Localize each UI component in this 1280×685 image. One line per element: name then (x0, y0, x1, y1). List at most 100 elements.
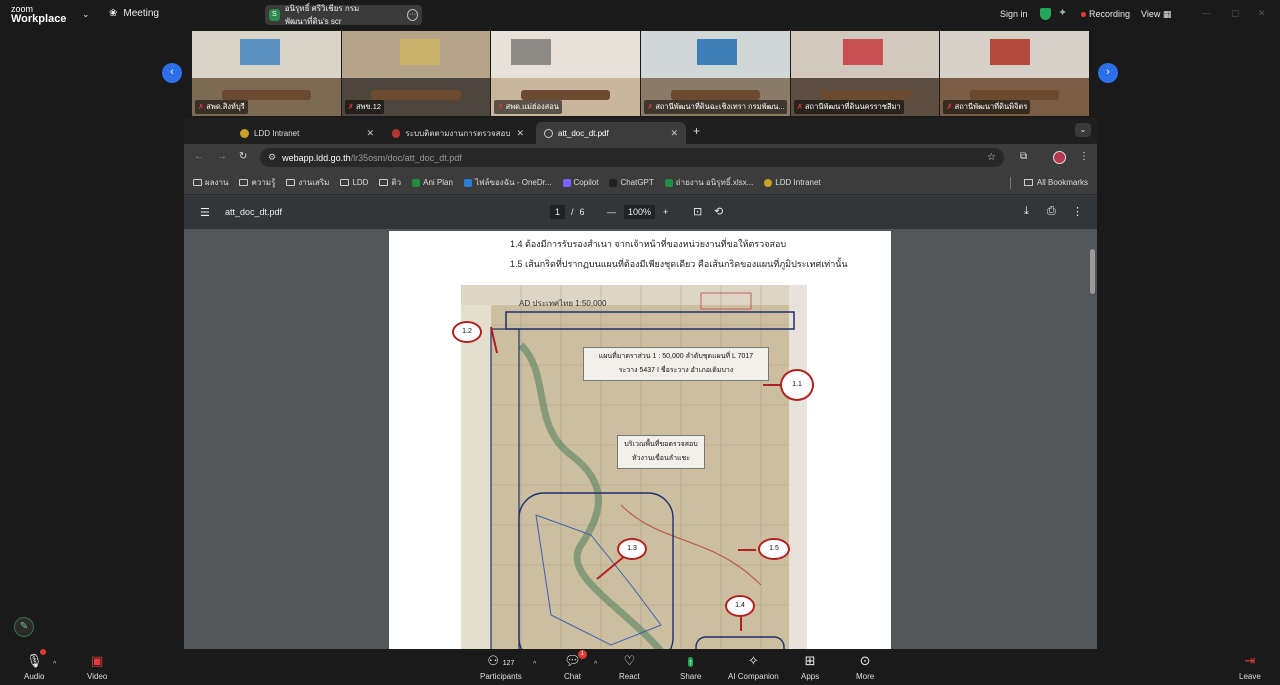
tile-table (970, 90, 1060, 100)
fit-page-icon[interactable]: ⊡ (693, 205, 702, 218)
map-image: AD ประเทศไทย 1:50,000 แผนที่มาตราส่วน 1 … (461, 285, 807, 649)
participants-options-caret[interactable]: ^ (533, 661, 536, 668)
rotate-icon[interactable]: ⟲ (714, 205, 723, 218)
reload-icon[interactable]: ↻ (239, 151, 247, 162)
area-line-2: หัวงานเขื่อนลำแชะ (631, 455, 691, 462)
ai-sparkle-icon[interactable]: ✦ (1058, 6, 1067, 19)
new-tab-button[interactable]: + (693, 124, 700, 138)
recording-indicator[interactable]: Recording (1081, 9, 1130, 19)
chevron-down-icon[interactable]: ⌄ (82, 9, 90, 20)
participant-tile[interactable]: ✗ สพด.แม่ฮ่องสอน (491, 31, 641, 116)
bookmark-item[interactable]: ถ่ายงาน อนิรุทธิ์.xlsx... (664, 176, 753, 189)
view-button[interactable]: View ▦ (1141, 9, 1171, 20)
close-tab-icon[interactable]: ✕ (516, 128, 524, 139)
participant-tile[interactable]: ✗ สถานีพัฒนาที่ดินนครราชสีมา (790, 31, 940, 116)
minimize-icon[interactable]: — (1202, 8, 1211, 18)
participant-tile[interactable]: ✗ สถานีพัฒนาที่ดินพิจิตร (940, 31, 1090, 116)
browser-tab-bar: LDD Intranet ✕ ระบบติดตามงานการตรวจสอบรา… (184, 118, 1097, 144)
folder-icon (1023, 179, 1033, 186)
bookmark-label: ความรู้ (251, 178, 276, 187)
download-icon[interactable]: ⤓ (1024, 205, 1029, 218)
site-info-icon[interactable]: ⚙ (268, 152, 276, 163)
tab-tracking-system[interactable]: ระบบติดตามงานการตรวจสอบรา ✕ (384, 122, 532, 144)
bookmark-item[interactable]: งานเสริม (286, 176, 329, 189)
close-tab-icon[interactable]: ✕ (670, 128, 678, 139)
bookmark-item[interactable]: ไฟล์ของฉัน - OneDr... (463, 176, 552, 189)
maximize-icon[interactable]: ▢ (1231, 8, 1240, 19)
encryption-shield-icon[interactable] (1040, 8, 1051, 20)
apps-button[interactable]: ⊞ Apps (801, 653, 819, 681)
tile-table (670, 90, 760, 100)
address-bar[interactable]: ⚙ webapp.ldd.go.th /lr35osm/doc/att_doc_… (260, 148, 1004, 167)
leave-button[interactable]: ⇥ Leave (1239, 653, 1261, 681)
page-number-input[interactable]: 1 (550, 205, 566, 219)
close-tab-icon[interactable]: ✕ (366, 128, 374, 139)
bookmark-label: Copilot (573, 178, 599, 187)
shared-browser-window: LDD Intranet ✕ ระบบติดตามงานการตรวจสอบรา… (184, 118, 1097, 649)
bookmark-item[interactable]: LDD Intranet (764, 178, 821, 187)
next-page-arrow[interactable]: › (1098, 63, 1118, 83)
previous-page-arrow[interactable]: ‹ (162, 63, 182, 83)
participant-name: สพด.แม่ฮ่องสอน (505, 102, 559, 111)
bookmark-item[interactable]: ความรู้ (239, 176, 275, 189)
onedrive-icon (463, 178, 472, 187)
react-button[interactable]: ♡ React (619, 653, 640, 681)
zoom-in-icon[interactable]: + (663, 207, 668, 217)
callout-1-5: 1.5 (758, 538, 790, 560)
print-icon[interactable]: ⎙ (1047, 205, 1056, 218)
participant-tile[interactable]: ✗ สถานีพัฒนาที่ดินฉะเชิงเทรา กรมพัฒน... (641, 31, 790, 116)
annotate-pencil-icon[interactable]: ✎ (14, 617, 34, 637)
bookmark-item[interactable]: Copilot (562, 178, 599, 187)
video-label: Video (87, 672, 108, 681)
zoom-control-bar: 🎙︎ Audio ^ ▣ Video ⚇ 127 Participants ^ … (0, 649, 1280, 685)
all-bookmarks-label: All Bookmarks (1036, 178, 1088, 187)
bookmark-item[interactable]: Ani Plan (412, 178, 453, 187)
audio-label: Audio (24, 672, 45, 681)
globe-icon (544, 128, 553, 138)
share-button[interactable]: ↑ Share (680, 653, 701, 681)
more-options-icon[interactable]: ··· (407, 9, 418, 21)
back-arrow-icon[interactable]: ← (194, 151, 204, 162)
profile-avatar[interactable] (1053, 151, 1066, 164)
participant-tile[interactable]: ✗ สพข.12 (341, 31, 491, 116)
audio-options-caret[interactable]: ^ (53, 661, 56, 668)
meeting-info-button[interactable]: ❀ Meeting (109, 8, 159, 19)
audio-button[interactable]: 🎙︎ Audio (24, 649, 47, 681)
more-button[interactable]: ⊙ More (856, 653, 874, 681)
mic-muted-icon: 🎙︎ (26, 649, 47, 669)
pdf-viewport[interactable]: 1.4 ต้องมีการรับรองสำเนา จากเจ้าหน้าที่ข… (184, 229, 1097, 649)
bookmark-item[interactable]: LDD (340, 178, 368, 187)
zoom-out-icon[interactable]: — (607, 207, 616, 217)
close-icon[interactable]: ✕ (1258, 8, 1266, 19)
chat-badge: 1 (577, 650, 587, 659)
participants-button[interactable]: ⚇ 127 Participants (480, 653, 522, 681)
video-button[interactable]: ▣ Video (87, 653, 107, 681)
tab-ldd-intranet[interactable]: LDD Intranet ✕ (232, 122, 382, 144)
map-header-text: AD ประเทศไทย 1:50,000 (519, 299, 607, 308)
tile-table (371, 90, 461, 100)
tab-label: att_doc_dt.pdf (558, 128, 609, 138)
zoom-input[interactable]: 100% (624, 205, 656, 219)
ai-companion-button[interactable]: ✧ AI Companion (728, 653, 779, 681)
sign-in-link[interactable]: Sign in (1000, 9, 1028, 19)
screen-share-indicator[interactable]: S อนิรุทธิ์ ศรีวิเชียร กรมพัฒนาที่ดิน's … (265, 4, 422, 26)
ai-companion-label: AI Companion (728, 672, 779, 681)
forward-arrow-icon[interactable]: → (217, 151, 227, 162)
bookmark-item[interactable]: ChatGPT (609, 178, 654, 187)
extensions-icon[interactable]: ⧉ (1020, 151, 1027, 162)
participants-label: Participants (480, 672, 522, 681)
more-options-icon[interactable]: ⋮ (1072, 205, 1083, 218)
bookmark-item[interactable]: ผลงาน (193, 176, 228, 189)
tab-pdf[interactable]: att_doc_dt.pdf ✕ (536, 122, 686, 144)
participant-tile[interactable]: ✗ สพด.สิงห์บุรี (192, 31, 341, 116)
hamburger-menu-icon[interactable]: ☰ (200, 206, 210, 219)
bookmark-label: Ani Plan (423, 178, 453, 187)
chat-button[interactable]: 💬︎ 1 Chat (564, 650, 587, 681)
bookmark-item[interactable]: ติว (379, 176, 401, 189)
pdf-scrollbar[interactable] (1090, 249, 1095, 294)
all-bookmarks-button[interactable]: All Bookmarks (1023, 178, 1088, 187)
tab-search-button[interactable]: ⌄ (1075, 123, 1091, 137)
browser-menu-icon[interactable]: ⋮ (1079, 151, 1089, 162)
bookmark-star-icon[interactable]: ☆ (987, 152, 996, 163)
chat-options-caret[interactable]: ^ (594, 661, 597, 668)
